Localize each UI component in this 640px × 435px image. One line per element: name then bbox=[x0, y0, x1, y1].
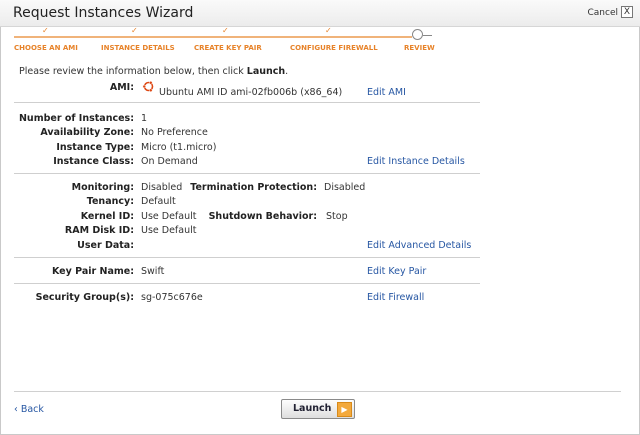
key-pair-value: Swift bbox=[141, 266, 165, 277]
edit-advanced-details-link[interactable]: Edit Advanced Details bbox=[367, 240, 471, 251]
monitoring-label: Monitoring: bbox=[71, 182, 134, 193]
edit-firewall-link[interactable]: Edit Firewall bbox=[367, 292, 424, 303]
instance-count-value: 1 bbox=[141, 113, 148, 124]
divider bbox=[14, 283, 480, 284]
step-check-icon: ✓ bbox=[131, 26, 138, 35]
shutdown-behavior-value: Stop bbox=[326, 211, 348, 222]
footer-divider bbox=[14, 391, 621, 392]
kernel-id-value: Use Default bbox=[141, 211, 197, 222]
step-choose-ami[interactable]: CHOOSE AN AMI bbox=[14, 44, 78, 52]
current-step-icon bbox=[412, 29, 423, 40]
edit-instance-details-link[interactable]: Edit Instance Details bbox=[367, 156, 465, 167]
progress-track bbox=[14, 36, 412, 38]
instance-count-label: Number of Instances: bbox=[18, 113, 134, 124]
edit-key-pair-link[interactable]: Edit Key Pair bbox=[367, 266, 426, 277]
monitoring-value: Disabled bbox=[141, 182, 183, 193]
back-link[interactable]: ‹ Back bbox=[14, 404, 44, 415]
availability-zone-label: Availability Zone: bbox=[40, 127, 134, 138]
user-data-label: User Data: bbox=[77, 240, 134, 251]
cancel-link[interactable]: Cancel bbox=[588, 8, 619, 18]
divider bbox=[14, 173, 480, 174]
step-check-icon: ✓ bbox=[325, 26, 332, 35]
shutdown-behavior-label: Shutdown Behavior: bbox=[208, 211, 317, 222]
ram-disk-id-value: Use Default bbox=[141, 225, 197, 236]
ram-disk-id-label: RAM Disk ID: bbox=[64, 225, 134, 236]
instance-class-value: On Demand bbox=[141, 156, 198, 167]
title-bar: Request Instances Wizard Cancel X bbox=[0, 0, 640, 27]
ubuntu-icon bbox=[142, 81, 154, 92]
ami-label: AMI: bbox=[109, 82, 134, 93]
step-tail bbox=[423, 35, 432, 36]
step-check-icon: ✓ bbox=[42, 26, 49, 35]
edit-ami-link[interactable]: Edit AMI bbox=[367, 87, 406, 98]
divider bbox=[14, 102, 480, 103]
tenancy-value: Default bbox=[141, 196, 176, 207]
intro-prefix: Please review the information below, the… bbox=[19, 66, 247, 77]
step-review: REVIEW bbox=[404, 44, 435, 52]
availability-zone-value: No Preference bbox=[141, 127, 208, 138]
ami-value: Ubuntu AMI ID ami-02fb006b (x86_64) bbox=[159, 87, 343, 98]
step-check-icon: ✓ bbox=[222, 26, 229, 35]
tenancy-label: Tenancy: bbox=[86, 196, 134, 207]
instance-type-value: Micro (t1.micro) bbox=[141, 142, 217, 153]
termination-protection-value: Disabled bbox=[324, 182, 366, 193]
kernel-id-label: Kernel ID: bbox=[80, 211, 134, 222]
intro-text: Please review the information below, the… bbox=[19, 66, 288, 77]
wizard-steps: ✓ ✓ ✓ ✓ CHOOSE AN AMI INSTANCE DETAILS C… bbox=[0, 26, 640, 56]
instance-class-label: Instance Class: bbox=[53, 156, 134, 167]
launch-button-label: Launch bbox=[293, 403, 332, 414]
key-pair-label: Key Pair Name: bbox=[51, 266, 134, 277]
launch-button[interactable]: Launch ▶ bbox=[281, 399, 355, 419]
step-create-key-pair[interactable]: CREATE KEY PAIR bbox=[194, 44, 262, 52]
play-arrow-icon: ▶ bbox=[337, 402, 352, 417]
security-groups-label: Security Group(s): bbox=[35, 292, 134, 303]
step-instance-details[interactable]: INSTANCE DETAILS bbox=[101, 44, 175, 52]
close-icon[interactable]: X bbox=[621, 6, 633, 18]
intro-suffix: . bbox=[285, 66, 289, 77]
termination-protection-label: Termination Protection: bbox=[190, 182, 317, 193]
step-configure-firewall[interactable]: CONFIGURE FIREWALL bbox=[290, 44, 378, 52]
instance-type-label: Instance Type: bbox=[56, 142, 134, 153]
dialog-title: Request Instances Wizard bbox=[13, 5, 194, 21]
divider bbox=[14, 257, 480, 258]
security-groups-value: sg-075c676e bbox=[141, 292, 203, 303]
intro-action: Launch bbox=[246, 66, 286, 77]
